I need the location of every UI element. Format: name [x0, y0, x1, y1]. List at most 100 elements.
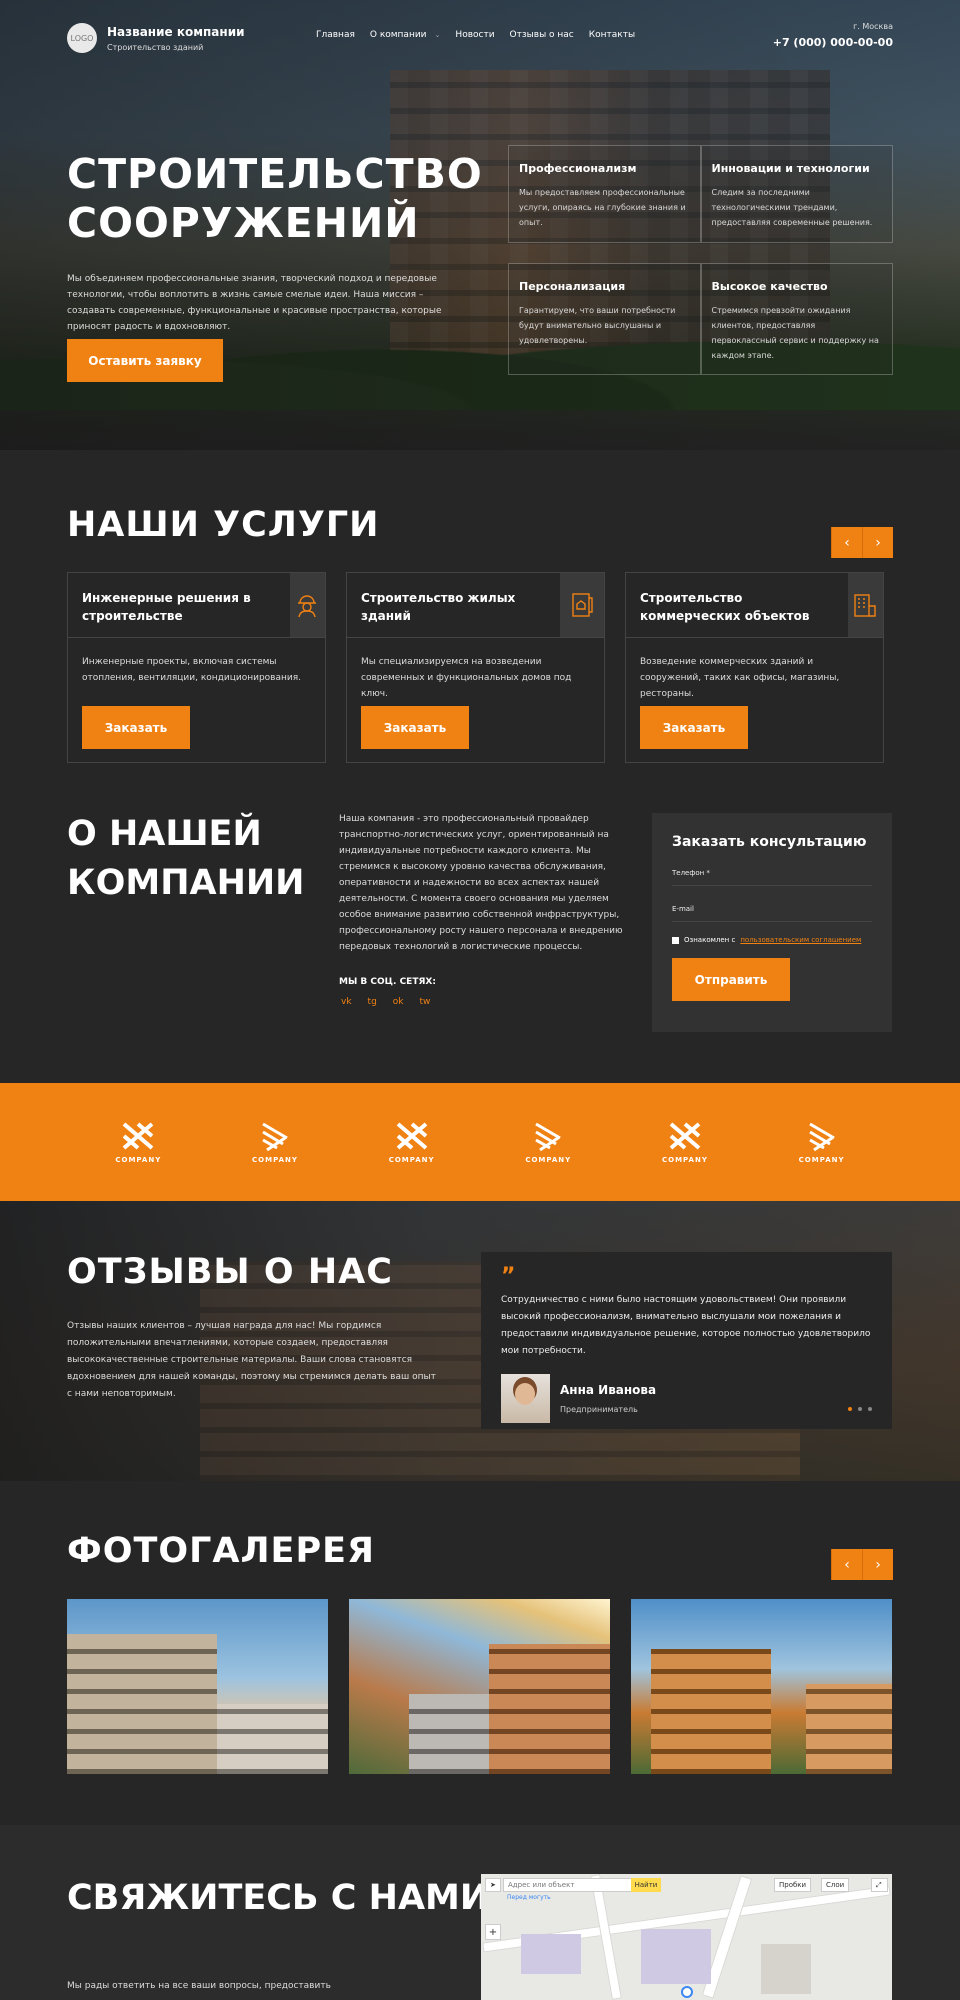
- review-card: ” Сотрудничество с ними было настоящим у…: [481, 1252, 892, 1429]
- telegram-icon[interactable]: tg: [368, 997, 377, 1007]
- service-title: Строительство жилых зданий: [361, 591, 516, 623]
- agreement-row: Ознакомлен с пользовательским соглашение…: [672, 936, 872, 944]
- form-title: Заказать консультацию: [672, 834, 867, 850]
- nav-about[interactable]: О компании ⌄: [370, 30, 441, 40]
- about-title: О НАШЕЙ КОМПАНИИ: [67, 814, 305, 903]
- social-links: vk tg ok tw: [341, 997, 430, 1007]
- header-contacts: г. Москва +7 (000) 000-00-00: [773, 22, 893, 49]
- partner-logo: COMPANY: [389, 1120, 435, 1164]
- company-logo-icon: [535, 1122, 562, 1152]
- partner-logo: COMPANY: [115, 1120, 161, 1164]
- traffic-button[interactable]: Пробки: [774, 1878, 812, 1892]
- locate-icon[interactable]: ➤: [485, 1878, 501, 1892]
- services-slider-arrows: ‹ ›: [831, 527, 893, 558]
- main-nav: Главная О компании ⌄ Новости Отзывы о нас…: [316, 30, 635, 40]
- gallery-photo[interactable]: [67, 1599, 328, 1774]
- slider-dot[interactable]: [868, 1407, 872, 1411]
- feature-card: Персонализация Гарантируем, что ваши пот…: [508, 263, 701, 375]
- slider-dot[interactable]: [858, 1407, 862, 1411]
- leave-request-button[interactable]: Оставить заявку: [67, 339, 223, 382]
- quote-icon: ”: [501, 1264, 516, 1289]
- company-name: Название компании: [107, 24, 245, 39]
- company-logo-icon: [669, 1122, 701, 1150]
- logo[interactable]: LOGO: [67, 23, 97, 53]
- map-find-button[interactable]: Найти: [631, 1878, 661, 1892]
- contact-title: СВЯЖИТЕСЬ С НАМИ: [67, 1878, 490, 1918]
- next-arrow-button[interactable]: ›: [862, 527, 893, 558]
- reviews-title: ОТЗЫВЫ О НАС: [67, 1252, 393, 1292]
- partner-logo: COMPANY: [525, 1120, 571, 1164]
- nav-reviews[interactable]: Отзывы о нас: [510, 30, 574, 40]
- hero-features: Профессионализм Мы предоставляем професс…: [508, 145, 893, 375]
- map-search-input[interactable]: Адрес или объект: [503, 1878, 643, 1892]
- next-arrow-button[interactable]: ›: [862, 1549, 893, 1580]
- gallery-title: ФОТОГАЛЕРЕЯ: [67, 1531, 375, 1571]
- review-author: Анна Иванова Предприниматель: [501, 1374, 872, 1423]
- location-pin-icon: [681, 1986, 693, 1998]
- map-hint: Перед могуть: [507, 1894, 551, 1901]
- order-button[interactable]: Заказать: [82, 706, 190, 749]
- service-card: Строительство коммерческих объектов Возв…: [625, 572, 884, 763]
- map-widget[interactable]: Адрес или объект Найти ➤ Пробки Слои ⤢ П…: [481, 1874, 892, 2000]
- engineer-icon: [289, 573, 325, 637]
- odnoklassniki-icon[interactable]: ok: [393, 997, 404, 1007]
- hero-title: СТРОИТЕЛЬСТВО СООРУЖЕНИЙ: [67, 150, 483, 248]
- slider-dots: [848, 1407, 872, 1411]
- zoom-in-button[interactable]: +: [485, 1924, 501, 1940]
- partner-logo: COMPANY: [662, 1120, 708, 1164]
- services-list: Инженерные решения в строительстве Инжен…: [67, 572, 885, 763]
- service-description: Мы специализируемся на возведении соврем…: [361, 657, 572, 699]
- reviews-intro: Отзывы наших клиентов – лучшая награда д…: [67, 1321, 436, 1399]
- social-title: МЫ В СОЦ. СЕТЯХ:: [339, 977, 436, 987]
- consultation-form: Заказать консультацию Телефон * E-mail О…: [652, 813, 892, 1032]
- service-description: Возведение коммерческих зданий и сооруже…: [640, 657, 840, 699]
- order-button[interactable]: Заказать: [640, 706, 748, 749]
- prev-arrow-button[interactable]: ‹: [831, 1549, 862, 1580]
- gallery-photo[interactable]: [631, 1599, 892, 1774]
- fullscreen-icon[interactable]: ⤢: [871, 1878, 888, 1892]
- feature-card: Высокое качество Стремимся превзойти ожи…: [700, 263, 893, 375]
- gallery-slider-arrows: ‹ ›: [831, 1549, 893, 1580]
- submit-button[interactable]: Отправить: [672, 958, 790, 1001]
- avatar: [501, 1374, 550, 1423]
- order-button[interactable]: Заказать: [361, 706, 469, 749]
- hero-description: Мы объединяем профессиональные знания, т…: [67, 274, 442, 332]
- partner-logo: COMPANY: [799, 1120, 845, 1164]
- site-header: LOGO Название компании Строительство зда…: [67, 18, 893, 58]
- company-logo-icon: [396, 1122, 427, 1150]
- nav-home[interactable]: Главная: [316, 30, 355, 40]
- vk-icon[interactable]: vk: [341, 997, 352, 1007]
- feature-card: Инновации и технологии Следим за последн…: [700, 145, 893, 243]
- company-logo-icon: [808, 1122, 835, 1152]
- service-card: Инженерные решения в строительстве Инжен…: [67, 572, 326, 763]
- slider-dot[interactable]: [848, 1407, 852, 1411]
- service-description: Инженерные проекты, включая системы отоп…: [82, 657, 301, 683]
- contact-text: Мы рады ответить на все ваши вопросы, пр…: [67, 1981, 331, 1991]
- agreement-checkbox[interactable]: [672, 936, 679, 944]
- nav-contacts[interactable]: Контакты: [589, 30, 635, 40]
- feature-card: Профессионализм Мы предоставляем професс…: [508, 145, 701, 243]
- partners-strip: COMPANY COMPANY COMPANY COMPANY COMPANY …: [0, 1083, 960, 1201]
- email-field[interactable]: E-mail: [672, 894, 872, 922]
- prev-arrow-button[interactable]: ‹: [831, 527, 862, 558]
- phone-field[interactable]: Телефон *: [672, 858, 872, 886]
- company-tagline: Строительство зданий: [107, 42, 204, 52]
- company-logo-icon: [262, 1122, 288, 1152]
- gallery-list: [67, 1599, 893, 1774]
- twitter-icon[interactable]: tw: [420, 997, 431, 1007]
- service-title: Инженерные решения в строительстве: [82, 591, 251, 623]
- gallery-photo[interactable]: [349, 1599, 610, 1774]
- nav-news[interactable]: Новости: [455, 30, 494, 40]
- brand: Название компании Строительство зданий: [107, 25, 245, 52]
- services-title: НАШИ УСЛУГИ: [67, 505, 380, 545]
- author-name: Анна Иванова: [560, 1383, 657, 1397]
- office-building-icon: [847, 573, 883, 637]
- house-plan-icon: [559, 573, 604, 637]
- service-title: Строительство коммерческих объектов: [640, 591, 810, 623]
- partner-logo: COMPANY: [252, 1120, 298, 1164]
- phone-link[interactable]: +7 (000) 000-00-00: [773, 36, 893, 49]
- author-role: Предприниматель: [560, 1405, 638, 1414]
- layers-button[interactable]: Слои: [821, 1878, 850, 1892]
- city-label: г. Москва: [853, 22, 893, 31]
- agreement-link[interactable]: пользовательским соглашением: [740, 936, 861, 944]
